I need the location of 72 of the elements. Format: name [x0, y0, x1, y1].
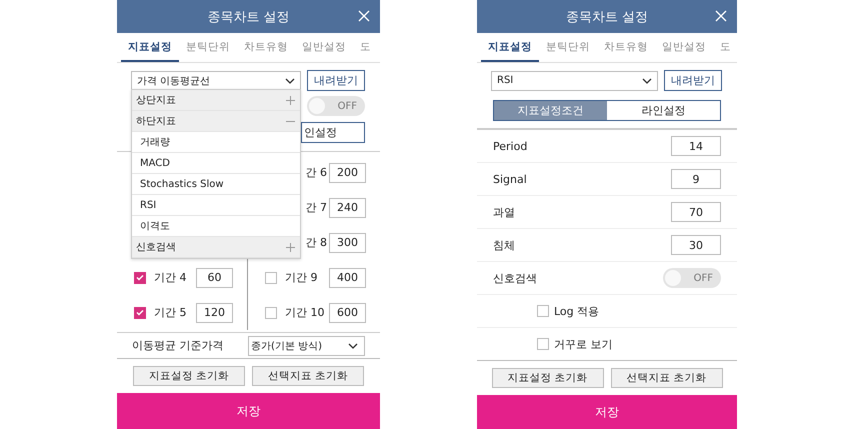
- menu-group[interactable]: 하단지표: [132, 111, 300, 132]
- check-icon: [136, 274, 144, 281]
- period-label: 간 6: [306, 165, 327, 180]
- checkbox[interactable]: [134, 272, 146, 284]
- reset-button[interactable]: 지표설정 초기화: [133, 366, 245, 386]
- checkbox[interactable]: [265, 306, 277, 318]
- period-input[interactable]: 600: [329, 302, 366, 322]
- checkbox[interactable]: [537, 305, 549, 317]
- save-button[interactable]: 저장: [117, 393, 380, 429]
- period-label: 간 7: [306, 200, 327, 215]
- indicator-select[interactable]: RSI: [491, 70, 658, 90]
- period-label: 기간 4: [154, 270, 188, 285]
- tab[interactable]: 분틱단위: [539, 33, 597, 62]
- reset-button[interactable]: 지표설정 초기화: [492, 368, 604, 388]
- menu-item[interactable]: Stochastics Slow: [132, 174, 300, 195]
- checkbox[interactable]: [537, 338, 549, 350]
- tab[interactable]: 도: [713, 33, 737, 62]
- checkbox[interactable]: [134, 306, 146, 318]
- download-button[interactable]: 내려받기: [307, 70, 365, 91]
- menu-item[interactable]: MACD: [132, 153, 300, 174]
- checkbox[interactable]: [265, 272, 277, 284]
- period-input[interactable]: 120: [196, 302, 233, 322]
- period-input[interactable]: 300: [329, 232, 366, 252]
- tab[interactable]: 차트유형: [237, 33, 295, 62]
- chevron-icon: [642, 78, 652, 84]
- setting-label: Signal: [493, 172, 527, 186]
- setting-label: 신호검색: [493, 270, 537, 286]
- period-input[interactable]: 240: [329, 198, 366, 218]
- line-settings-button[interactable]: 인설정: [301, 122, 365, 143]
- period-label: 기간 9: [285, 270, 318, 285]
- base-price-select[interactable]: 종가(기본 방식): [248, 336, 365, 356]
- period-input[interactable]: 200: [329, 162, 366, 182]
- period-input[interactable]: 400: [329, 268, 366, 288]
- tab[interactable]: 차트유형: [597, 33, 655, 62]
- close-icon[interactable]: [358, 10, 370, 22]
- setting-input[interactable]: 30: [671, 235, 721, 255]
- tab[interactable]: 지표설정: [121, 33, 179, 62]
- period-label: 기간 5: [154, 305, 188, 320]
- reset-button[interactable]: 선택지표 초기화: [610, 368, 722, 388]
- window-title: 종목차트 설정: [207, 8, 290, 26]
- period-input[interactable]: 60: [196, 268, 233, 288]
- close-icon[interactable]: [715, 10, 727, 22]
- setting-label: 과열: [493, 204, 515, 220]
- tab[interactable]: 일반설정: [655, 33, 713, 62]
- download-button[interactable]: 내려받기: [664, 70, 722, 91]
- period-label: 간 8: [306, 235, 327, 250]
- checkbox-label: Log 적용: [554, 304, 600, 318]
- check-icon: [136, 309, 144, 316]
- chevron-icon: [348, 342, 358, 348]
- tab[interactable]: 일반설정: [295, 33, 353, 62]
- menu-group[interactable]: 신호검색: [132, 237, 300, 258]
- menu-item[interactable]: 거래량: [132, 132, 300, 153]
- tab[interactable]: 분틱단위: [179, 33, 237, 62]
- setting-input[interactable]: 70: [671, 202, 721, 222]
- tab[interactable]: 지표설정: [481, 33, 539, 62]
- toggle-switch[interactable]: OFF: [307, 96, 365, 116]
- window-title: 종목차트 설정: [566, 8, 648, 26]
- checkbox-label: 거꾸로 보기: [554, 336, 612, 352]
- save-button[interactable]: 저장: [477, 395, 737, 429]
- indicator-select[interactable]: 가격 이동평균선: [131, 70, 301, 90]
- base-price-label: 이동평균 기준가격: [132, 338, 224, 353]
- tab[interactable]: 도: [353, 33, 378, 62]
- toggle-switch[interactable]: OFF: [663, 268, 721, 288]
- period-label: 기간 10: [285, 305, 326, 320]
- chevron-icon: [285, 78, 295, 84]
- setting-label: 침체: [493, 238, 515, 252]
- setting-input[interactable]: 14: [671, 136, 721, 156]
- reset-button[interactable]: 선택지표 초기화: [252, 366, 364, 386]
- menu-item[interactable]: RSI: [132, 195, 300, 216]
- menu-group[interactable]: 상단지표: [132, 90, 300, 111]
- setting-label: Period: [493, 140, 528, 152]
- setting-input[interactable]: 9: [671, 169, 721, 189]
